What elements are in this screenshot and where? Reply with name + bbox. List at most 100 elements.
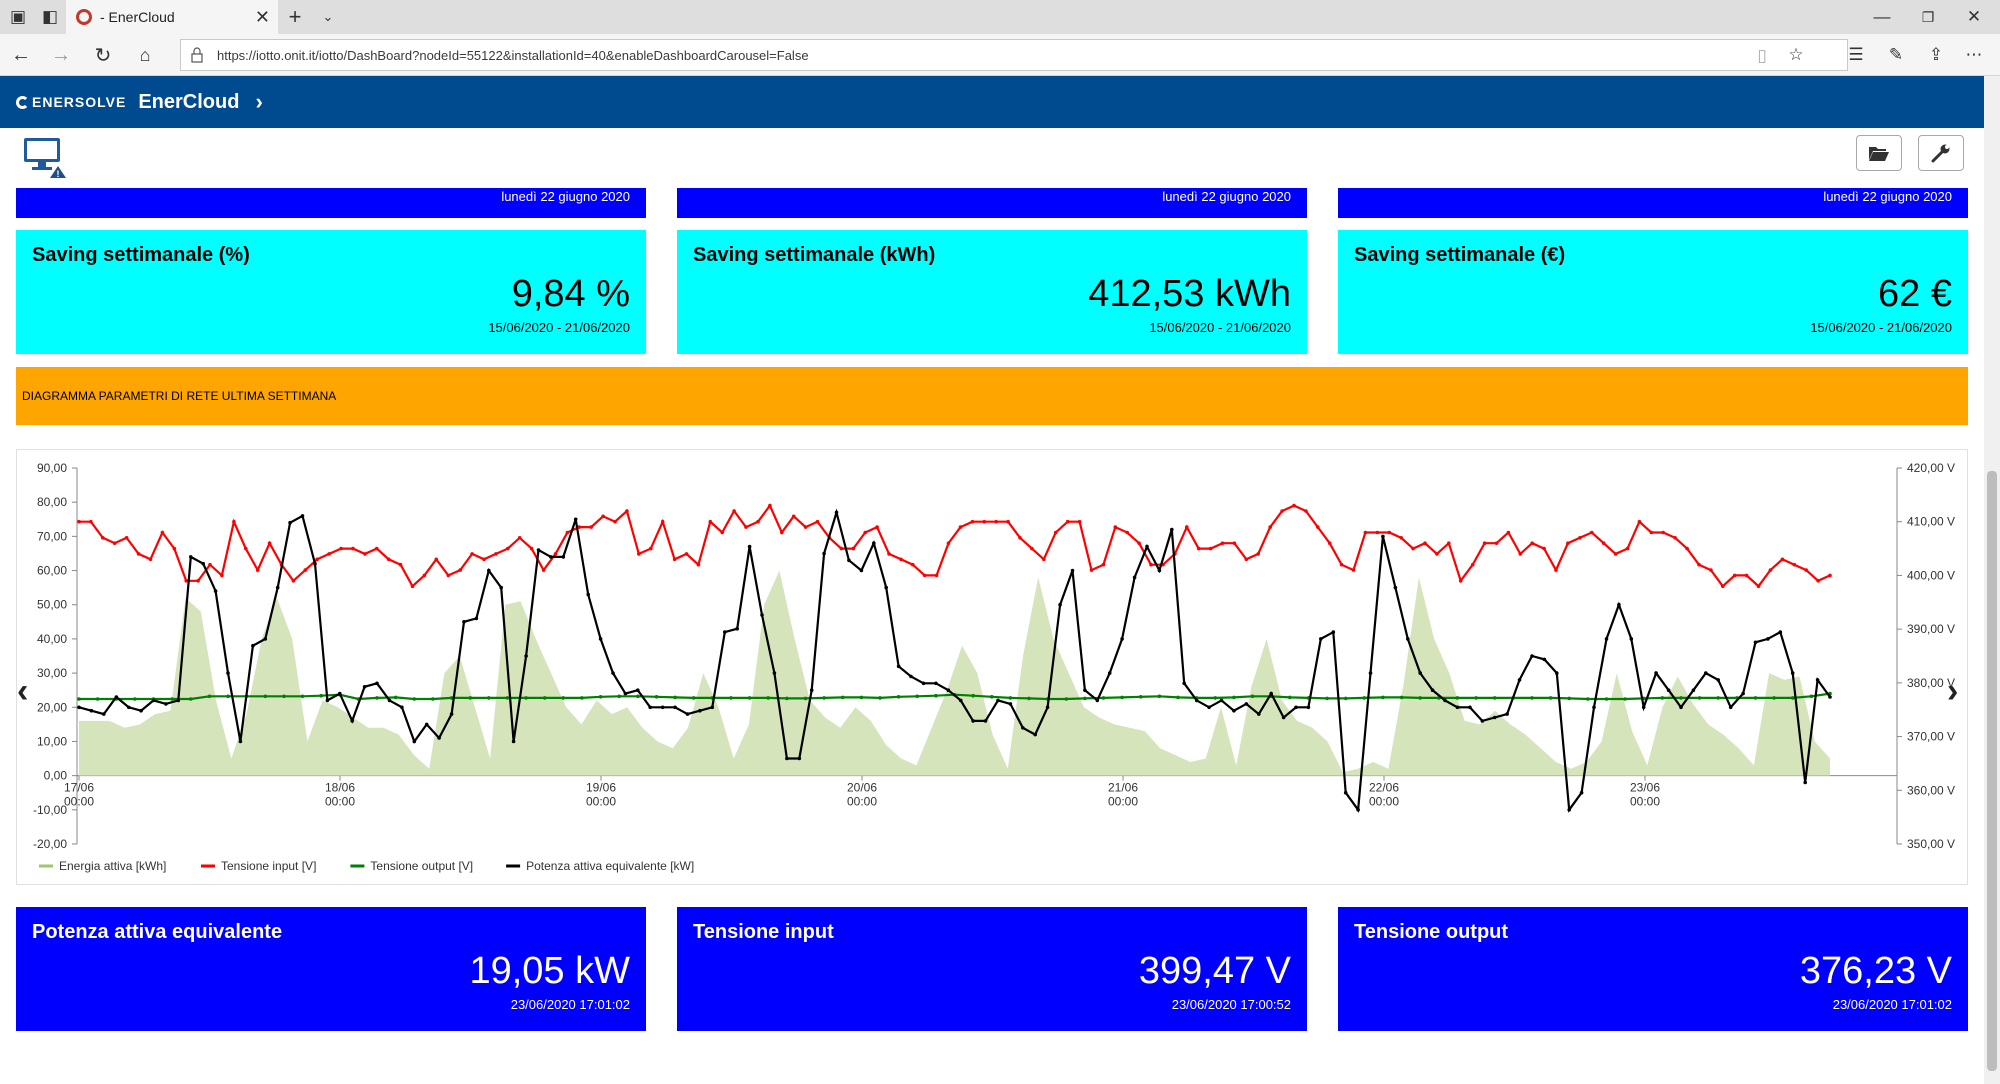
tension-input-card[interactable]: Tensione input 399,47 V 23/06/2020 17:00…: [677, 907, 1307, 1031]
y-right-tick-label: 350,00 V: [1907, 837, 1955, 851]
series-tension-output-point: [189, 697, 193, 701]
series-tension-input-point: [208, 562, 212, 567]
series-power-point: [896, 664, 901, 669]
forward-icon[interactable]: →: [50, 44, 72, 66]
url-input[interactable]: https://iotto.onit.it/iotto/DashBoard?no…: [180, 39, 1848, 71]
more-options-icon[interactable]: ⋯: [1964, 45, 1984, 65]
series-tension-input-point: [1828, 573, 1832, 578]
series-tension-input-point: [1721, 584, 1725, 588]
tab-aside-icon[interactable]: ◧: [40, 7, 60, 27]
series-tension-output-point: [1027, 696, 1031, 701]
series-tension-input-point: [970, 519, 975, 524]
series-power-point: [1691, 688, 1696, 692]
legend-label: Potenza attiva equivalente [kW]: [526, 859, 694, 873]
series-power-point: [474, 616, 479, 621]
reading-view-icon[interactable]: ▯: [1752, 46, 1772, 66]
series-tension-input-point: [1196, 546, 1201, 551]
series-tension-input-point: [1101, 562, 1106, 567]
series-tension-output-point: [282, 694, 286, 699]
legend-label: Energia attiva [kWh]: [59, 859, 166, 873]
chart-prev-arrow-icon[interactable]: ‹: [17, 672, 28, 711]
series-power-point: [1604, 637, 1609, 641]
tab-actions-icon[interactable]: ▣: [8, 7, 28, 27]
series-power-point: [1741, 691, 1745, 696]
series-power-point: [921, 681, 926, 686]
series-tension-input-point: [1744, 573, 1749, 578]
minimize-icon[interactable]: —: [1872, 7, 1892, 27]
new-tab-icon[interactable]: +: [284, 4, 306, 29]
series-power-point: [1617, 602, 1621, 607]
saving-kwh-card[interactable]: Saving settimanale (kWh) 412,53 kWh 15/0…: [677, 230, 1307, 354]
power-card[interactable]: Potenza attiva equivalente 19,05 kW 23/0…: [16, 907, 646, 1031]
series-power-point: [1704, 671, 1708, 675]
series-tension-output-point: [542, 696, 547, 700]
series-tension-output-point: [1530, 696, 1534, 700]
series-tension-output-point: [729, 696, 733, 700]
favorite-star-icon[interactable]: ☆: [1786, 45, 1806, 65]
series-tension-input-point: [1637, 519, 1642, 524]
series-power-point: [1219, 698, 1224, 703]
url-text: https://iotto.onit.it/iotto/DashBoard?no…: [217, 47, 809, 63]
series-tension-input-point: [267, 541, 272, 545]
series-tension-input-point: [148, 557, 153, 562]
y-right-tick-label: 360,00 V: [1907, 783, 1955, 797]
series-tension-input-point: [803, 525, 808, 529]
series-power-point: [847, 558, 851, 563]
tab-list-chevron-icon[interactable]: ⌄: [318, 7, 338, 27]
series-tension-output-point: [971, 693, 975, 698]
tab-close-icon[interactable]: ✕: [255, 7, 270, 28]
settings-button[interactable]: [1918, 135, 1964, 171]
series-power-point: [623, 691, 628, 696]
series-tension-input-point: [410, 584, 415, 588]
series-power-point: [1145, 544, 1149, 549]
series-tension-input-point: [89, 519, 93, 524]
top-strip-card: lunedì 22 giugno 2020: [16, 188, 646, 218]
series-power-point: [1542, 657, 1547, 662]
x-tick-label-time: 00:00: [1108, 795, 1138, 809]
browser-tab[interactable]: - EnerCloud ✕: [66, 0, 278, 34]
tension-output-card[interactable]: Tensione output 376,23 V 23/06/2020 17:0…: [1338, 907, 1968, 1031]
home-icon[interactable]: ⌂: [134, 44, 156, 66]
page-scrollbar[interactable]: [1984, 76, 2000, 1084]
saving-percent-card[interactable]: Saving settimanale (%) 9,84 % 15/06/2020…: [16, 230, 646, 354]
card-title: Tensione input: [693, 921, 834, 943]
series-power-point: [400, 705, 404, 710]
series-tension-input-point: [887, 552, 891, 556]
chevron-right-icon[interactable]: ›: [255, 89, 262, 115]
scrollbar-thumb[interactable]: [1987, 471, 1997, 1071]
card-value: 9,84 %: [511, 273, 630, 315]
series-power-point: [1058, 602, 1062, 607]
series-tension-input-point: [1042, 557, 1046, 562]
card-title: Saving settimanale (€): [1354, 244, 1566, 266]
series-tension-output-point: [1492, 696, 1497, 700]
series-power-point: [1170, 527, 1174, 532]
series-tension-input-point: [1709, 568, 1713, 572]
series-tension-input-point: [1530, 541, 1534, 545]
series-tension-input-point: [494, 552, 498, 556]
browser-tab-bar: ▣ ◧ - EnerCloud ✕ + ⌄ — ❐ ✕: [0, 0, 2000, 34]
lock-icon: [191, 47, 203, 63]
monitor-warning-icon[interactable]: !: [22, 136, 70, 180]
series-tension-input-point: [1256, 552, 1260, 556]
series-tension-input-point: [1697, 562, 1701, 567]
app-title[interactable]: EnerCloud: [138, 91, 239, 114]
series-tension-input-point: [244, 546, 248, 551]
series-tension-output-point: [170, 697, 174, 701]
favorites-list-icon[interactable]: ☰: [1846, 45, 1866, 65]
series-power-point: [958, 698, 963, 703]
series-power-point: [1766, 637, 1770, 641]
series-tension-input-point: [291, 579, 296, 583]
series-tension-input-point: [398, 562, 403, 567]
restore-icon[interactable]: ❐: [1918, 7, 1938, 27]
back-icon[interactable]: ←: [10, 44, 32, 66]
folder-button[interactable]: [1856, 135, 1902, 171]
close-window-icon[interactable]: ✕: [1964, 7, 1984, 27]
y-left-tick-label: 60,00: [37, 564, 67, 578]
notes-pen-icon[interactable]: ✎: [1886, 45, 1906, 65]
saving-euro-card[interactable]: Saving settimanale (€) 62 € 15/06/2020 -…: [1338, 230, 1968, 354]
chart-next-arrow-icon[interactable]: ›: [1947, 672, 1958, 711]
y-left-tick-label: 70,00: [37, 529, 67, 543]
refresh-icon[interactable]: ↻: [92, 44, 114, 67]
share-icon[interactable]: ⇪: [1926, 45, 1946, 65]
series-tension-input-point: [339, 546, 343, 551]
